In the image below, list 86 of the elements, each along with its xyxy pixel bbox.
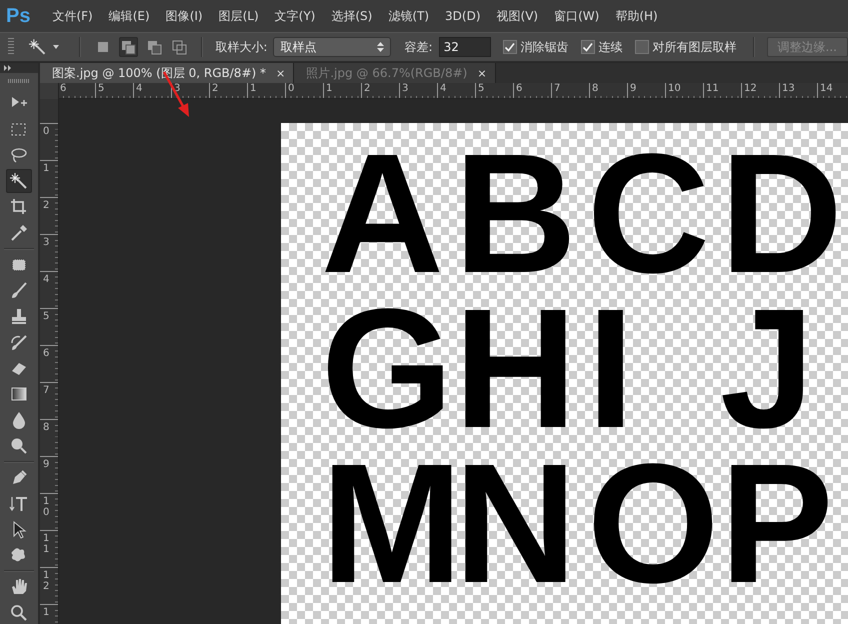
selection-mode-button[interactable] bbox=[118, 37, 138, 57]
checkbox[interactable] bbox=[634, 40, 649, 54]
sample-size-label: 取样大小: bbox=[215, 38, 268, 56]
checkbox[interactable] bbox=[502, 40, 517, 54]
close-icon[interactable]: × bbox=[477, 66, 487, 80]
magic-wand-icon[interactable] bbox=[28, 37, 48, 57]
menu-item[interactable]: 视图(V) bbox=[488, 8, 546, 24]
menu-item[interactable]: 3D(D) bbox=[437, 9, 489, 23]
ruler-label: 2 bbox=[361, 83, 399, 98]
ruler-label: 1 bbox=[323, 83, 361, 98]
ruler-label: 8 bbox=[43, 422, 50, 433]
canvas-letter: D bbox=[720, 137, 844, 292]
ruler-label: 3 bbox=[399, 83, 437, 98]
stamp-icon bbox=[9, 306, 29, 327]
app-logo: Ps bbox=[6, 4, 30, 28]
ruler-label: 1 bbox=[43, 163, 50, 174]
ruler-label: 6 bbox=[59, 83, 95, 98]
canvas-letter: A bbox=[321, 137, 445, 292]
magic-wand-icon bbox=[9, 171, 29, 192]
ruler-label: 6 bbox=[513, 83, 551, 98]
ruler-label: 9 bbox=[627, 83, 665, 98]
canvas-letter: J bbox=[720, 292, 816, 447]
canvas-letter: P bbox=[720, 447, 834, 602]
collapse-icon[interactable] bbox=[4, 64, 12, 71]
ruler-label: 8 bbox=[589, 83, 627, 98]
brush-icon bbox=[9, 280, 29, 301]
ruler-label: 11 bbox=[703, 83, 741, 98]
ruler-label: 0 bbox=[43, 126, 50, 137]
checkbox-label: 对所有图层取样 bbox=[652, 38, 737, 56]
ruler-label: 12 bbox=[43, 570, 50, 592]
ruler-label: 4 bbox=[133, 83, 171, 98]
ruler-label: 6 bbox=[43, 348, 50, 359]
checkbox-label: 连续 bbox=[598, 38, 623, 56]
ruler-label: 4 bbox=[437, 83, 475, 98]
checkbox[interactable] bbox=[580, 40, 595, 54]
menu-item[interactable]: 滤镜(T) bbox=[380, 8, 438, 24]
ruler-label: 2 bbox=[43, 200, 50, 211]
history-brush-icon bbox=[9, 332, 29, 353]
menu-item[interactable]: 编辑(E) bbox=[100, 8, 158, 24]
menu-item[interactable]: 帮助(H) bbox=[607, 8, 666, 24]
checkbox-label: 消除锯齿 bbox=[520, 38, 569, 56]
canvas-letter: M bbox=[321, 447, 454, 602]
ruler-label: 7 bbox=[43, 385, 50, 396]
ruler-label: 10 bbox=[43, 496, 50, 518]
ruler-label: 10 bbox=[665, 83, 703, 98]
tolerance-field[interactable]: 32 bbox=[438, 37, 491, 57]
ruler-label: 5 bbox=[43, 311, 50, 322]
ruler-label: 13 bbox=[779, 83, 817, 98]
canvas-letter: H bbox=[454, 292, 578, 447]
canvas-letter: C bbox=[587, 137, 711, 292]
canvas-letter: I bbox=[587, 292, 634, 447]
ruler-label: 2 bbox=[209, 83, 247, 98]
ruler-label: 1 bbox=[247, 83, 285, 98]
ruler-label: 4 bbox=[43, 274, 50, 285]
ruler-label: 12 bbox=[741, 83, 779, 98]
ruler-label: 3 bbox=[43, 237, 50, 248]
menu-item[interactable]: 图层(L) bbox=[210, 8, 267, 24]
canvas-letter: N bbox=[454, 447, 578, 602]
ruler-label: 5 bbox=[475, 83, 513, 98]
menu-item[interactable]: 文字(Y) bbox=[266, 8, 324, 24]
ruler-label: 9 bbox=[43, 459, 50, 470]
wand-tool-button[interactable] bbox=[6, 169, 32, 194]
overlapping-squares-icon bbox=[120, 38, 138, 56]
canvas-letter: G bbox=[321, 292, 454, 447]
ruler-label: 3 bbox=[171, 83, 209, 98]
overlapping-squares-icon bbox=[146, 38, 163, 56]
caret-icon[interactable] bbox=[53, 45, 60, 49]
sample-size-dropdown[interactable]: 取样点 bbox=[273, 37, 391, 57]
ruler-label: 1 bbox=[43, 607, 50, 618]
ruler-label: 11 bbox=[43, 533, 50, 555]
overlapping-squares-icon bbox=[171, 38, 188, 56]
canvas-letter: B bbox=[454, 137, 578, 292]
ruler-label: 14 bbox=[817, 83, 848, 98]
zoom-icon bbox=[9, 603, 29, 624]
close-icon[interactable]: × bbox=[276, 66, 286, 80]
menu-item[interactable]: 选择(S) bbox=[323, 8, 380, 24]
ruler-label: 0 bbox=[285, 83, 323, 98]
up-down-arrows-icon bbox=[376, 41, 384, 53]
document-tab[interactable]: 照片.jpg @ 66.7%(RGB/8#) × bbox=[294, 63, 496, 83]
menu-item[interactable]: 文件(F) bbox=[44, 8, 101, 24]
ruler-label: 7 bbox=[551, 83, 589, 98]
menu-item[interactable]: 图像(I) bbox=[158, 8, 211, 24]
canvas-letter: O bbox=[587, 447, 720, 602]
ruler-label: 5 bbox=[95, 83, 133, 98]
menu-item[interactable]: 窗口(W) bbox=[546, 8, 608, 24]
tolerance-label: 容差: bbox=[404, 38, 433, 56]
